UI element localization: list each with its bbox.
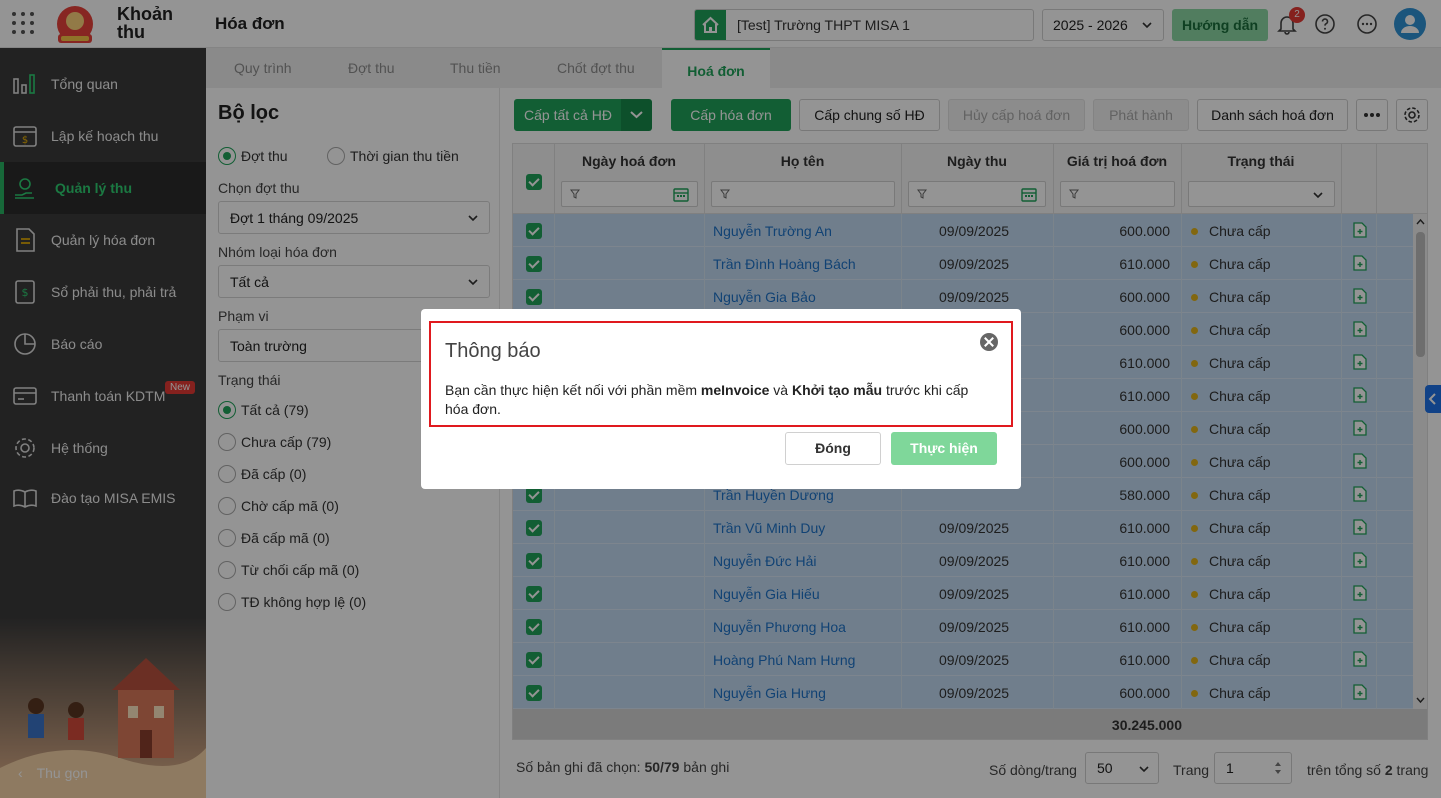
confirm-button[interactable]: Thực hiện — [891, 432, 997, 465]
close-button[interactable]: Đóng — [785, 432, 881, 465]
notification-dialog: Thông báo Bạn cần thực hiện kết nối với … — [421, 309, 1021, 489]
dialog-title: Thông báo — [445, 340, 541, 362]
dialog-message: Bạn cần thực hiện kết nối với phần mềm m… — [445, 382, 969, 417]
close-icon[interactable] — [980, 333, 998, 351]
